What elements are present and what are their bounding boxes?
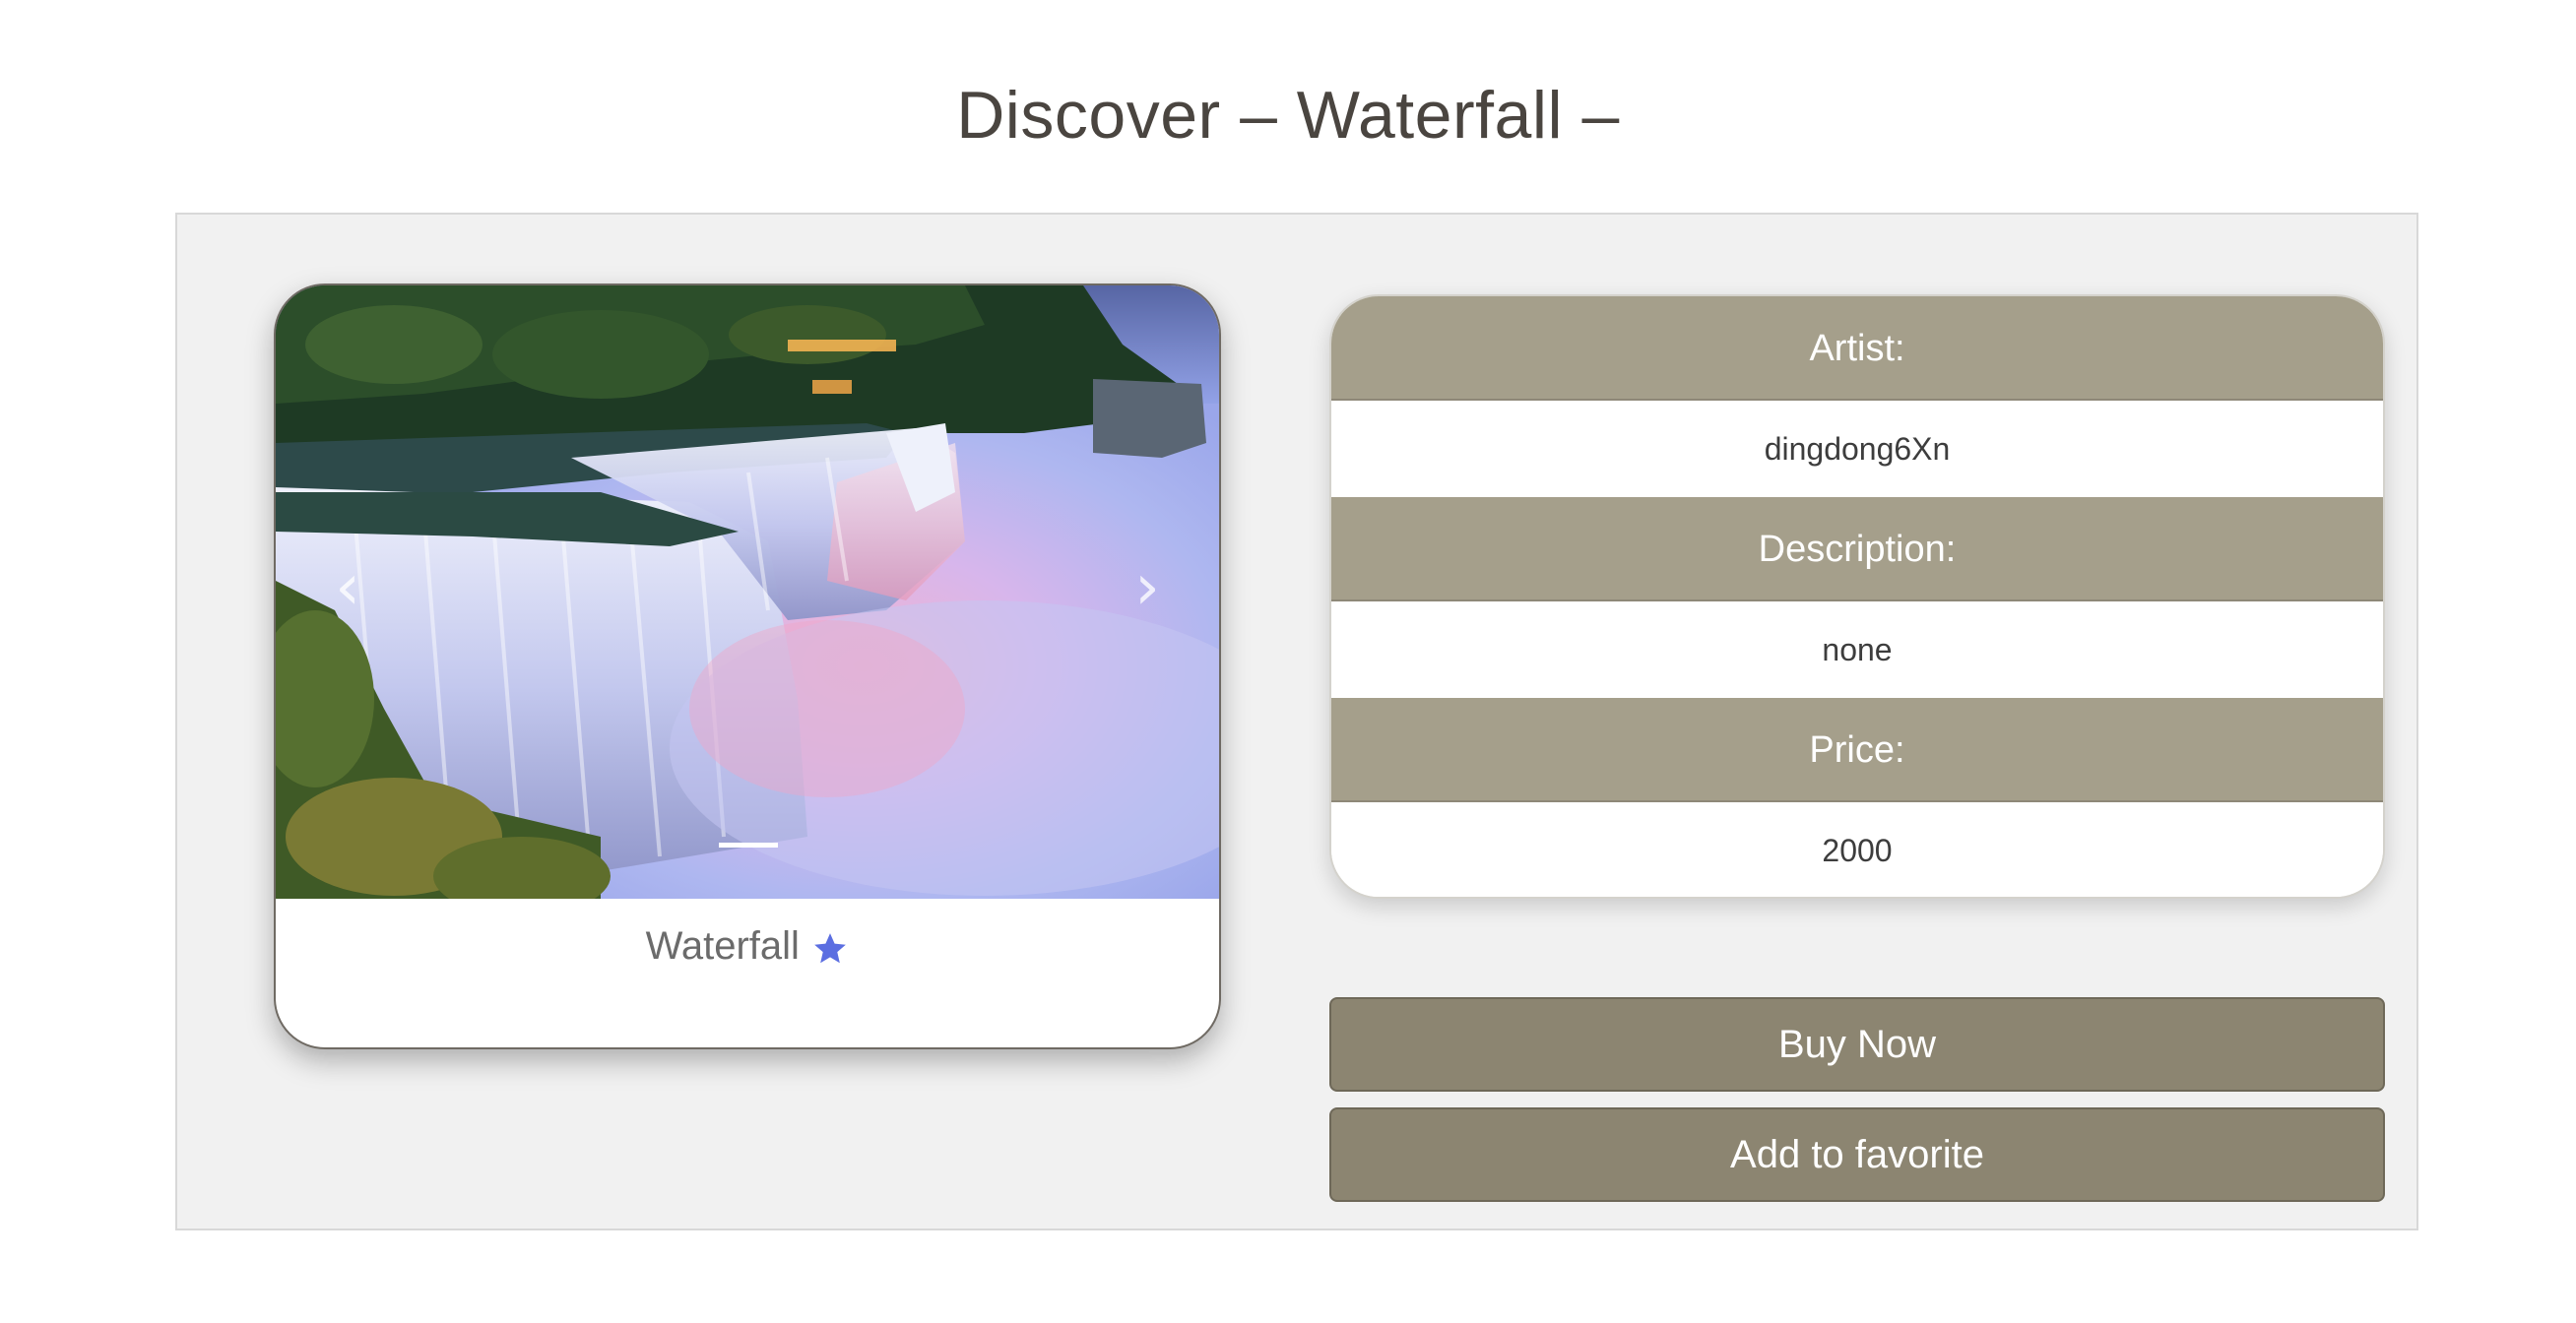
artwork-card: ‹ › Waterfall	[274, 284, 1221, 1049]
artist-label: Artist:	[1331, 296, 2383, 401]
price-value: 2000	[1331, 802, 2383, 897]
artwork-info-table: Artist: dingdong6Xn Description: none Pr…	[1329, 294, 2385, 899]
image-carousel[interactable]: ‹ ›	[276, 285, 1219, 899]
description-label: Description:	[1331, 497, 2383, 601]
price-label: Price:	[1331, 698, 2383, 802]
description-value: none	[1331, 601, 2383, 698]
carousel-indicator[interactable]	[719, 843, 778, 848]
card-caption: Waterfall	[276, 899, 1219, 1047]
carousel-prev-button[interactable]: ‹	[303, 543, 392, 632]
artist-value: dingdong6Xn	[1331, 401, 2383, 497]
add-to-favorite-button[interactable]: Add to favorite	[1329, 1107, 2385, 1202]
star-icon[interactable]	[811, 930, 849, 968]
chevron-right-icon: ›	[1134, 551, 1160, 624]
buy-now-button[interactable]: Buy Now	[1329, 997, 2385, 1092]
page-title: Discover – Waterfall –	[956, 78, 1620, 153]
chevron-left-icon: ‹	[335, 551, 360, 624]
waterfall-image	[276, 285, 1219, 899]
artwork-title: Waterfall	[645, 924, 800, 968]
carousel-next-button[interactable]: ›	[1103, 543, 1191, 632]
